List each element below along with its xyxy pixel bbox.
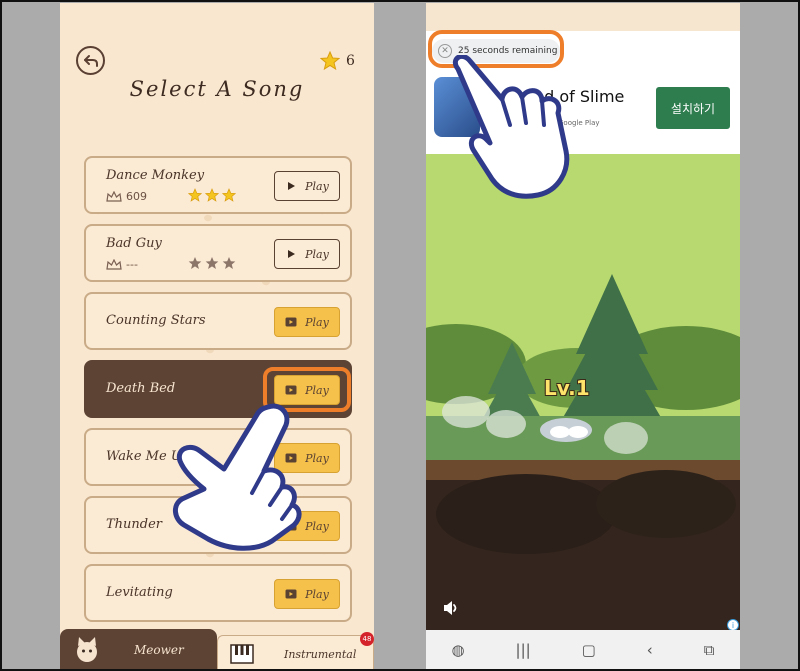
song-item-thunder[interactable]: Thunder Play (84, 496, 352, 554)
page-title: Select A Song (129, 77, 305, 101)
play-button-label: Play (305, 247, 329, 261)
piano-icon (230, 644, 254, 664)
star-icon (188, 188, 202, 202)
play-button-label: Play (305, 587, 329, 601)
status-strip (426, 3, 740, 31)
video-ad-icon (285, 589, 297, 599)
song-score: 609 (106, 190, 147, 203)
ad-store-label: Google Play (558, 119, 600, 127)
video-ad-icon (285, 317, 297, 327)
song-rating (188, 256, 236, 270)
level-label: Lv.1 (544, 376, 590, 400)
ad-timer-text: 25 seconds remaining (458, 46, 558, 56)
play-button[interactable]: Play (274, 579, 340, 609)
tab-instrumental[interactable]: Instrumental 48 (217, 632, 374, 669)
song-score-value: --- (126, 258, 138, 271)
video-ad-icon (285, 521, 297, 531)
song-item-counting-stars[interactable]: Counting Stars Play (84, 292, 352, 350)
song-item-dance-monkey[interactable]: Dance Monkey 609 Play (84, 156, 352, 214)
ad-app-icon (434, 77, 480, 137)
song-name: Counting Stars (106, 313, 206, 328)
ad-app-title: nd of Slime (534, 87, 625, 106)
play-icon (288, 250, 296, 258)
song-name: Wake Me Up (106, 449, 191, 464)
ad-game-video: Lv.1 (426, 154, 740, 630)
screen-share-icon[interactable]: ⧉ (704, 641, 715, 659)
play-button-label: Play (305, 451, 329, 465)
song-name: Dance Monkey (106, 168, 205, 183)
star-total: 6 (320, 51, 355, 70)
play-button[interactable]: Play (274, 511, 340, 541)
video-ad-icon (285, 453, 297, 463)
android-nav-bar: ◍ ||| ▢ ‹ ⧉ (426, 630, 740, 669)
song-item-death-bed[interactable]: Death Bed Play (84, 360, 352, 418)
play-button[interactable]: Play (274, 171, 340, 201)
recents-icon[interactable]: ||| (516, 641, 531, 659)
song-item-bad-guy[interactable]: Bad Guy --- Play (84, 224, 352, 282)
song-score-value: 609 (126, 190, 147, 203)
play-icon (288, 182, 296, 190)
back-button[interactable] (76, 46, 105, 75)
star-icon (222, 188, 236, 202)
crown-icon (106, 191, 122, 202)
play-button-label: Play (305, 179, 329, 193)
play-button[interactable]: Play (274, 307, 340, 337)
star-icon (222, 257, 236, 269)
star-count-value: 6 (346, 52, 355, 69)
notification-badge: 48 (360, 632, 374, 646)
song-rating (188, 188, 236, 202)
crown-icon (106, 259, 122, 270)
install-button[interactable]: 설치하기 (656, 87, 730, 129)
play-button-label: Play (305, 519, 329, 533)
star-icon (188, 257, 202, 269)
tab-meower-label: Meower (134, 643, 184, 657)
song-name: Death Bed (106, 381, 176, 396)
song-name: Bad Guy (106, 236, 162, 251)
play-button[interactable]: Play (274, 375, 340, 405)
video-ad-icon (285, 385, 297, 395)
bottom-tabs: Meower Instrumental 48 (60, 629, 374, 669)
home-icon[interactable]: ▢ (582, 641, 596, 659)
ad-screen: nd of Slime Google Play 설치하기 Lv.1 i ✕ 25… (426, 3, 740, 669)
star-icon (205, 188, 219, 202)
tab-meower[interactable]: Meower (60, 629, 217, 669)
play-button[interactable]: Play (274, 443, 340, 473)
close-icon[interactable]: ✕ (438, 44, 452, 58)
back-arrow-icon (83, 54, 98, 67)
song-item-levitating[interactable]: Levitating Play (84, 564, 352, 622)
song-name: Thunder (106, 517, 163, 532)
song-score: --- (106, 258, 138, 271)
star-icon (320, 51, 340, 70)
speaker-icon[interactable] (442, 600, 460, 616)
cat-icon (77, 637, 97, 662)
star-icon (205, 257, 219, 269)
tab-instrumental-label: Instrumental (284, 648, 357, 661)
song-item-wake-me-up[interactable]: Wake Me Up Play (84, 428, 352, 486)
play-button-label: Play (305, 315, 329, 329)
assistant-icon[interactable]: ◍ (451, 641, 464, 659)
song-select-screen: 6 Select A Song Dance Monkey 609 Play Ba… (60, 3, 374, 669)
play-button[interactable]: Play (274, 239, 340, 269)
ad-timer: ✕ 25 seconds remaining (432, 39, 560, 63)
back-nav-icon[interactable]: ‹ (647, 641, 653, 659)
play-button-label: Play (305, 383, 329, 397)
song-name: Levitating (106, 585, 173, 600)
